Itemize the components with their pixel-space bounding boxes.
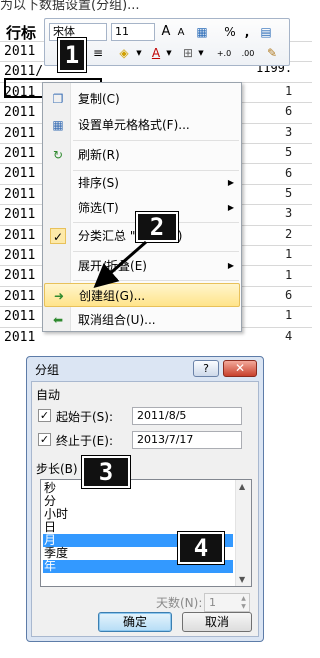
callout-3: 3 xyxy=(82,456,130,488)
spin-up-icon[interactable]: ▲ xyxy=(238,595,249,603)
close-button[interactable]: ✕ xyxy=(223,360,257,377)
days-label: 天数(N): xyxy=(156,596,203,610)
auto-group-label: 自动 xyxy=(36,388,61,402)
arrow-2 xyxy=(93,240,147,288)
end-at-input[interactable]: 2013/7/17 xyxy=(132,431,242,449)
list-scrollbar[interactable]: ▲ ▼ xyxy=(235,480,251,586)
days-input[interactable]: 1 ▲ ▼ xyxy=(204,593,250,612)
dialog-titlebar[interactable]: 分组 ? ✕ xyxy=(27,357,263,381)
dialog-body: 自动 ✓ 起始于(S): 2011/8/5 ✓ 终止于(E): 2013/7/1… xyxy=(31,381,259,637)
cancel-button[interactable]: 取消 xyxy=(182,612,252,632)
end-at-checkbox[interactable]: ✓ xyxy=(38,433,51,446)
help-button[interactable]: ? xyxy=(193,360,219,377)
scroll-down-icon[interactable]: ▼ xyxy=(239,575,245,584)
start-at-input[interactable]: 2011/8/5 xyxy=(132,407,242,425)
grouping-dialog: 分组 ? ✕ 自动 ✓ 起始于(S): 2011/8/5 ✓ 终止于(E): 2… xyxy=(26,356,264,642)
list-item-minutes[interactable]: 分 xyxy=(43,495,233,508)
days-value: 1 xyxy=(209,596,216,609)
spin-down-icon[interactable]: ▼ xyxy=(238,603,249,611)
step-label: 步长(B) xyxy=(36,462,78,476)
scroll-up-icon[interactable]: ▲ xyxy=(239,482,245,491)
end-at-label: 终止于(E): xyxy=(56,434,113,448)
dialog-title: 分组 xyxy=(35,363,60,377)
list-item-seconds[interactable]: 秒 xyxy=(43,482,233,495)
start-at-checkbox[interactable]: ✓ xyxy=(38,409,51,422)
list-item-hours[interactable]: 小时 xyxy=(43,508,233,521)
callout-4: 4 xyxy=(178,532,224,564)
ok-button[interactable]: 确定 xyxy=(98,612,172,632)
start-at-label: 起始于(S): xyxy=(56,410,114,424)
